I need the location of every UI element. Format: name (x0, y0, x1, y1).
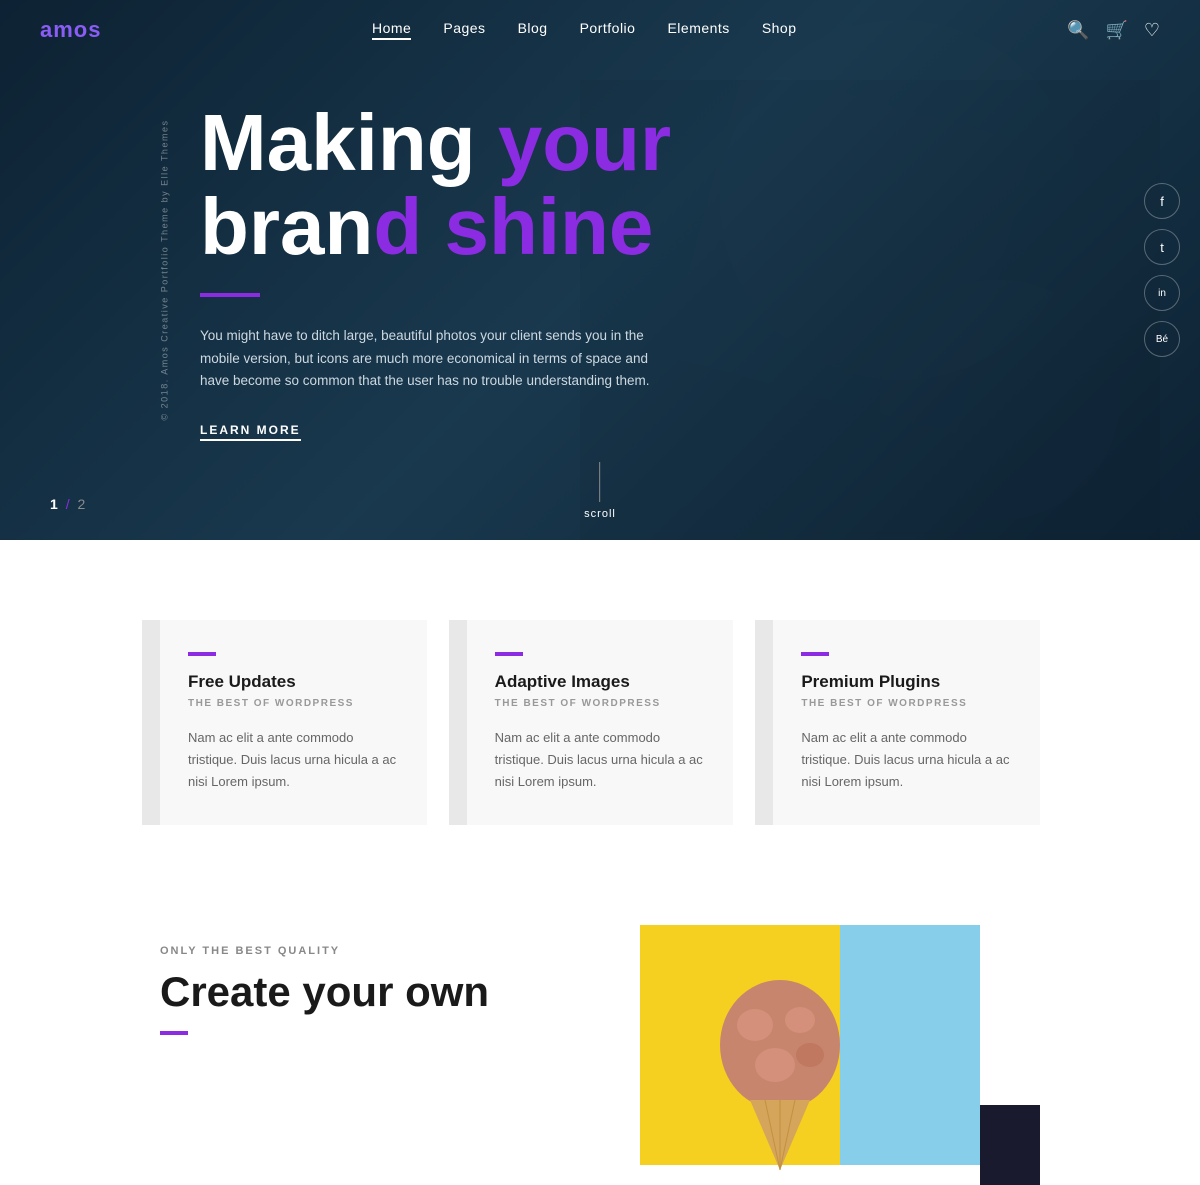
nav-portfolio[interactable]: Portfolio (580, 20, 636, 40)
feature-desc-3: Nam ac elit a ante commodo tristique. Du… (801, 727, 1012, 793)
bottom-label: ONLY THE BEST QUALITY (160, 945, 560, 957)
feature-subtitle-3: THE BEST OF WORDPRESS (801, 698, 1012, 709)
feature-desc-2: Nam ac elit a ante commodo tristique. Du… (495, 727, 706, 793)
bottom-heading-accent (160, 1031, 188, 1035)
main-nav: Home Pages Blog Portfolio Elements Shop (372, 20, 797, 40)
logo-text: amos (40, 17, 102, 42)
nav-pages[interactable]: Pages (443, 20, 485, 40)
feature-title-1: Free Updates (188, 672, 399, 692)
slide-separator: / (66, 496, 74, 512)
feature-accent-3 (801, 652, 829, 656)
search-icon[interactable]: 🔍 (1067, 20, 1089, 41)
wishlist-icon[interactable]: ♡ (1144, 20, 1160, 41)
features-section: Free Updates THE BEST OF WORDPRESS Nam a… (0, 540, 1200, 885)
slide-current: 1 (50, 496, 58, 512)
logo[interactable]: amos (40, 17, 102, 43)
behance-button[interactable]: Bé (1144, 321, 1180, 357)
header: amos Home Pages Blog Portfolio Elements … (0, 0, 1200, 60)
feature-desc-1: Nam ac elit a ante commodo tristique. Du… (188, 727, 399, 793)
feature-accent-2 (495, 652, 523, 656)
nav-home[interactable]: Home (372, 20, 411, 40)
hero-headline-white-2: bran (200, 182, 373, 271)
hero-headline-purple-1: your (498, 98, 671, 187)
bottom-text: ONLY THE BEST QUALITY Create your own (160, 925, 560, 1051)
scroll-label: scroll (584, 508, 616, 520)
slide-total: 2 (77, 496, 85, 512)
bottom-image-area (640, 925, 1040, 1185)
scroll-indicator: scroll (584, 462, 616, 520)
nav-shop[interactable]: Shop (762, 20, 797, 40)
feature-subtitle-2: THE BEST OF WORDPRESS (495, 698, 706, 709)
facebook-button[interactable]: f (1144, 183, 1180, 219)
feature-card-1: Free Updates THE BEST OF WORDPRESS Nam a… (160, 620, 427, 825)
feature-card-left-bar-3 (755, 620, 773, 825)
hero-content: Making your brand shine You might have t… (0, 101, 680, 440)
hero-headline-purple-2: d shine (373, 182, 653, 271)
learn-more-link[interactable]: LEARN MORE (200, 423, 301, 441)
hero-underline (200, 293, 260, 297)
cart-icon[interactable]: 🛒 (1105, 20, 1127, 41)
hero-headline-white-1: Making (200, 98, 498, 187)
feature-card-left-bar-2 (449, 620, 467, 825)
feature-title-2: Adaptive Images (495, 672, 706, 692)
nav-blog[interactable]: Blog (518, 20, 548, 40)
icecream-image (700, 955, 860, 1175)
hero-description: You might have to ditch large, beautiful… (200, 325, 680, 394)
feature-card-left-bar-1 (142, 620, 160, 825)
twitter-button[interactable]: t (1144, 229, 1180, 265)
scroll-line (599, 462, 600, 502)
feature-card-3: Premium Plugins THE BEST OF WORDPRESS Na… (773, 620, 1040, 825)
linkedin-button[interactable]: in (1144, 275, 1180, 311)
feature-title-3: Premium Plugins (801, 672, 1012, 692)
bottom-image-dark (980, 1105, 1040, 1185)
bottom-section: ONLY THE BEST QUALITY Create your own (0, 885, 1200, 1185)
hero-headline: Making your brand shine (200, 101, 680, 269)
nav-elements[interactable]: Elements (667, 20, 729, 40)
feature-subtitle-1: THE BEST OF WORDPRESS (188, 698, 399, 709)
feature-accent-1 (188, 652, 216, 656)
feature-card-2: Adaptive Images THE BEST OF WORDPRESS Na… (467, 620, 734, 825)
slide-counter: 1 / 2 (50, 496, 85, 512)
bottom-heading: Create your own (160, 969, 560, 1015)
social-sidebar: f t in Bé (1144, 183, 1180, 357)
header-icons: 🔍 🛒 ♡ (1067, 20, 1160, 41)
hero-section: © 2018. Amos Creative Portfolio Theme by… (0, 0, 1200, 540)
